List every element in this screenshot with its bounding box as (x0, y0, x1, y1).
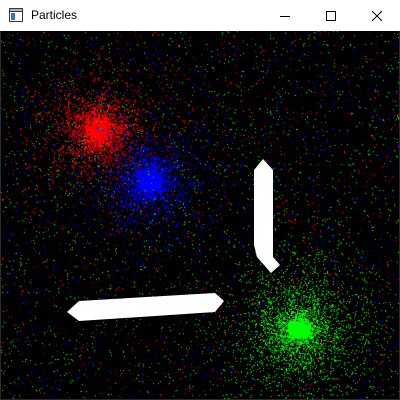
close-button[interactable] (354, 0, 400, 31)
maximize-icon (326, 10, 336, 21)
app-window-icon (9, 8, 23, 22)
vertical-obstacle (254, 159, 280, 273)
close-icon (372, 10, 382, 21)
window-title: Particles (31, 8, 78, 22)
app-window: Particles (0, 0, 400, 400)
minimize-button[interactable] (262, 0, 308, 31)
particle-viewport[interactable] (1, 31, 399, 399)
maximize-button[interactable] (308, 0, 354, 31)
window-border-left (0, 31, 1, 400)
horizontal-obstacle (67, 293, 224, 321)
title-bar[interactable]: Particles (0, 0, 400, 31)
obstacle-layer (67, 159, 280, 321)
minimize-icon (280, 11, 290, 21)
